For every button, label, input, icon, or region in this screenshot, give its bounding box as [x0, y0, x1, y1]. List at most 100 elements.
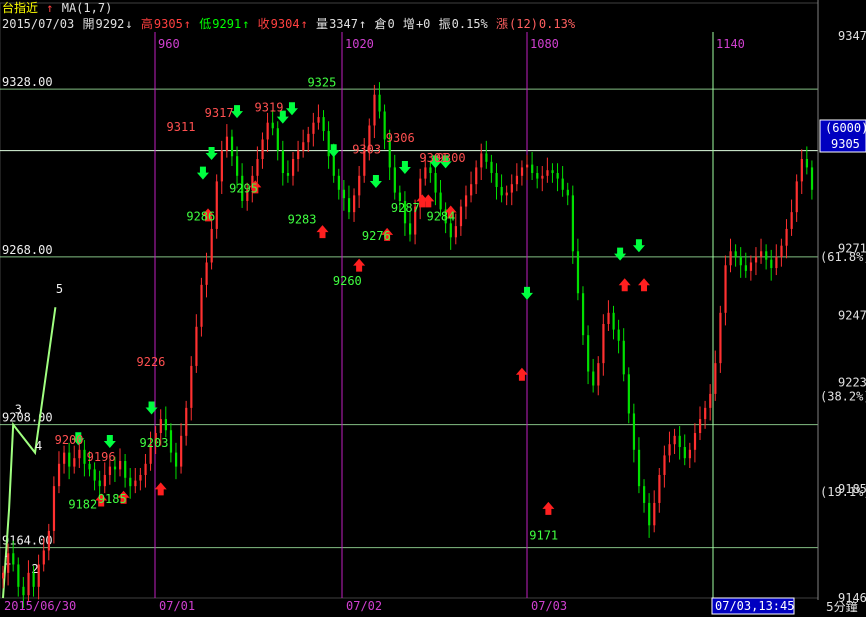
price-annotation-6: 9311 — [167, 120, 196, 134]
price-annotation-3: 9185 — [98, 492, 127, 506]
candle-body — [83, 449, 86, 464]
candle-body — [164, 419, 167, 431]
candle-body — [291, 159, 295, 176]
candle-body — [541, 175, 544, 179]
price-annotation-5: 9226 — [137, 355, 166, 369]
candle-body — [68, 452, 71, 467]
price-annotation-10: 9319 — [255, 100, 284, 114]
candle-body — [276, 128, 279, 151]
candle-body — [683, 447, 686, 459]
candle-body — [236, 156, 239, 176]
candle-body — [536, 173, 539, 179]
axis-tick-label-2: 9247 — [838, 309, 866, 323]
candle-body — [663, 455, 666, 475]
candle-body — [688, 449, 692, 459]
price-annotation-4: 9203 — [140, 436, 169, 450]
candle-body — [185, 407, 188, 436]
wave-label-4: 5 — [56, 282, 63, 296]
candle-body — [480, 153, 483, 168]
candle-body — [632, 413, 636, 450]
candle-body — [571, 195, 574, 252]
axis-tick-label-3: 9223 — [838, 376, 866, 390]
grid-label-3: 9164.00 — [2, 534, 53, 548]
date-axis-label-3: 07/03 — [531, 599, 567, 613]
open-arrow: ↓ — [125, 17, 133, 31]
candle-body — [607, 312, 610, 324]
low-label: 低 — [199, 17, 212, 31]
candle-body — [698, 419, 702, 434]
change-pct: 0.13% — [538, 17, 576, 31]
candle-body — [648, 502, 651, 526]
candle-body — [119, 460, 122, 470]
candle-body — [312, 122, 315, 134]
price-annotation-9: 9295 — [229, 182, 258, 196]
candle-body — [266, 122, 269, 140]
candle-body — [353, 195, 356, 213]
candle-body — [47, 530, 50, 551]
candle-body — [643, 486, 646, 503]
candle-body — [190, 365, 193, 408]
candle-body — [398, 192, 402, 201]
minute-marker-label-1: 1020 — [345, 37, 374, 51]
candle-body — [88, 463, 91, 470]
candle-body — [195, 326, 198, 366]
candle-body — [424, 167, 427, 179]
candle-body — [297, 150, 300, 160]
candle-body — [500, 186, 503, 196]
price-box-value: 9305 — [831, 137, 860, 151]
candle-body — [551, 170, 554, 174]
change-label: 漲 — [496, 17, 509, 31]
volume-arrow: ↑ — [358, 17, 367, 31]
candle-body — [113, 466, 117, 470]
buy-signal-arrow-icon — [515, 367, 528, 381]
candle-body — [342, 189, 346, 199]
candle-body — [108, 466, 112, 475]
candle-body — [317, 117, 320, 123]
buy-signal-arrow-icon — [638, 278, 651, 292]
buy-signal-arrow-icon — [353, 258, 366, 272]
header-row-2: 2015/07/03 開9292↓ 高9305↑ 低9291↑ 收9304↑ 量… — [2, 16, 576, 32]
candle-body — [434, 173, 437, 193]
candle-body — [139, 474, 142, 481]
candle-body — [73, 458, 76, 467]
candle-body — [587, 335, 590, 372]
candle-body — [810, 167, 814, 190]
price-annotation-13: 9303 — [352, 142, 381, 156]
candlestick-chart[interactable]: 9328.00 9268.00 9208.00 9164.00 960 1020 1080 1… — [0, 0, 866, 617]
candle-body — [454, 226, 457, 238]
candle-body — [805, 159, 809, 168]
candle-body — [378, 94, 381, 112]
candle-body — [622, 340, 625, 375]
candle-body — [124, 460, 127, 478]
oi-change-label: 增 — [402, 17, 415, 31]
sell-signal-arrow-icon — [521, 286, 534, 300]
high-arrow: ↑ — [183, 17, 192, 31]
candle-body — [510, 184, 513, 193]
price-annotation-0: 9200 — [55, 433, 84, 447]
candle-body — [52, 486, 56, 531]
candle-body — [693, 433, 697, 450]
candle-body — [449, 223, 452, 238]
volume-value: 3347 — [329, 17, 358, 31]
candle-body — [770, 259, 773, 269]
candle-body — [719, 312, 722, 364]
candle-body — [754, 256, 758, 263]
oi-label: 倉 — [374, 17, 387, 31]
sell-signal-arrow-icon — [614, 247, 627, 261]
candle-body — [337, 175, 340, 190]
date-axis-label-1: 07/01 — [159, 599, 195, 613]
minute-marker-label-3: 1140 — [716, 37, 745, 51]
candle-body — [429, 167, 432, 174]
candle-body — [358, 175, 361, 196]
sell-signal-arrow-icon — [196, 166, 209, 180]
candle-body — [546, 170, 549, 176]
price-annotation-1: 9196 — [87, 450, 116, 464]
candle-body — [520, 167, 524, 176]
candle-body — [93, 469, 96, 481]
candle-body — [205, 262, 208, 285]
candle-body — [729, 251, 732, 266]
open-label: 開 — [82, 17, 95, 31]
candle-body — [373, 94, 376, 126]
high-value: 9305 — [153, 17, 183, 31]
candle-body — [129, 477, 132, 487]
